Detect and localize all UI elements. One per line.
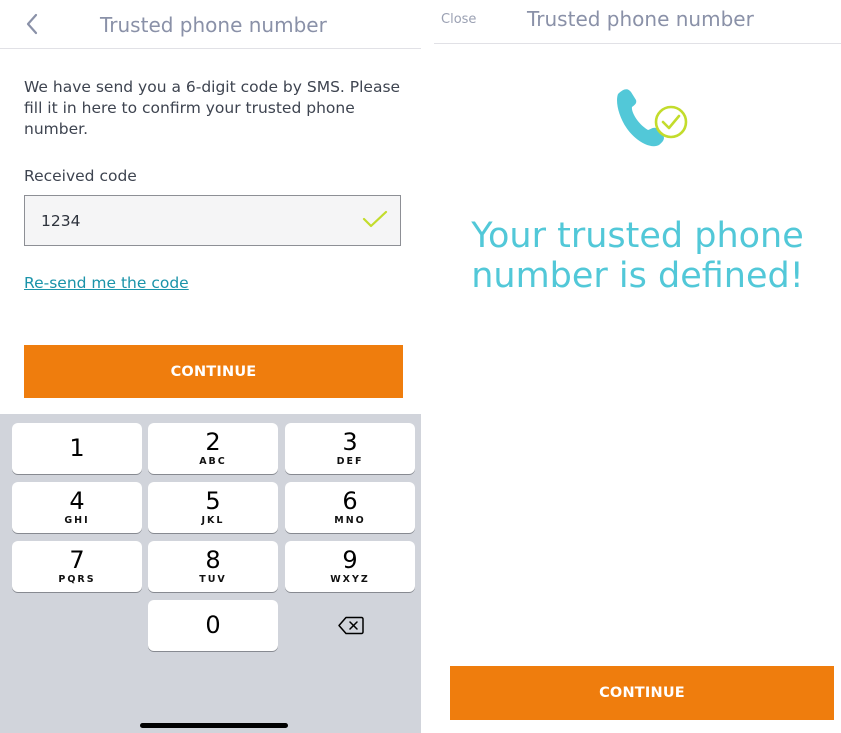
header-bar: Close Trusted phone number: [434, 0, 841, 44]
phone-check-icon: [614, 86, 694, 150]
key-7[interactable]: 7 PQRS: [12, 541, 142, 592]
received-code-input[interactable]: [41, 196, 341, 245]
numeric-keypad: 1 2 ABC 3 DEF 4 GHI 5 JKL 6 MNO 7 PQRS 8…: [0, 414, 421, 733]
page-title: Trusted phone number: [527, 7, 754, 31]
chevron-left-icon[interactable]: [22, 12, 44, 36]
key-2[interactable]: 2 ABC: [148, 423, 278, 474]
key-9[interactable]: 9 WXYZ: [285, 541, 415, 592]
confirmation-screen: Close Trusted phone number Your trusted …: [434, 0, 841, 733]
home-indicator: [140, 723, 288, 728]
key-8[interactable]: 8 TUV: [148, 541, 278, 592]
code-entry-screen: Trusted phone number We have send you a …: [0, 0, 421, 733]
received-code-label: Received code: [24, 167, 137, 185]
continue-button[interactable]: CONTINUE: [24, 345, 403, 398]
backspace-icon: [338, 616, 364, 635]
success-message: Your trusted phone number is defined!: [471, 216, 804, 296]
key-1[interactable]: 1: [12, 423, 142, 474]
resend-code-link[interactable]: Re-send me the code: [24, 274, 189, 292]
header-bar: Trusted phone number: [0, 0, 421, 49]
page-title: Trusted phone number: [100, 13, 327, 37]
continue-button[interactable]: CONTINUE: [450, 666, 834, 720]
backspace-key[interactable]: [285, 600, 415, 651]
checkmark-icon: [362, 210, 388, 230]
key-0[interactable]: 0: [148, 600, 278, 651]
close-button[interactable]: Close: [441, 12, 476, 27]
instructions-text: We have send you a 6-digit code by SMS. …: [24, 78, 401, 138]
key-4[interactable]: 4 GHI: [12, 482, 142, 533]
key-5[interactable]: 5 JKL: [148, 482, 278, 533]
received-code-field[interactable]: [24, 195, 401, 246]
key-3[interactable]: 3 DEF: [285, 423, 415, 474]
key-6[interactable]: 6 MNO: [285, 482, 415, 533]
